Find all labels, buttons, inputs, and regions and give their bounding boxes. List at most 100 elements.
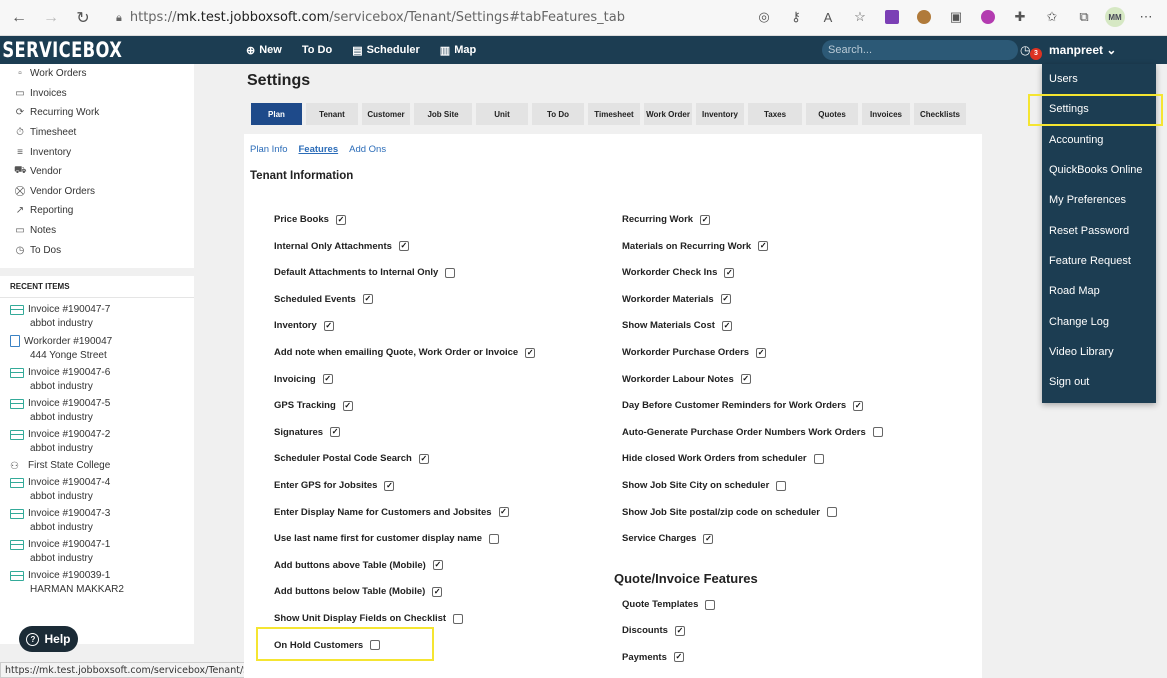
feature-checkbox[interactable]: ✓ [335, 214, 346, 225]
feature-checkbox[interactable] [776, 480, 787, 491]
tab-taxes[interactable]: Taxes [748, 103, 802, 125]
tab-job-site[interactable]: Job Site [414, 103, 472, 125]
extension-badge-icon[interactable] [977, 6, 999, 28]
extension-icon[interactable]: ▣ [945, 6, 967, 28]
tab-checklists[interactable]: Checklists [914, 103, 966, 125]
menu-item-users[interactable]: Users [1042, 64, 1156, 94]
servicebox-logo[interactable]: SERVICEBOX [0, 38, 179, 62]
feature-checkbox[interactable] [813, 453, 824, 464]
feature-checkbox[interactable]: ✓ [418, 453, 429, 464]
recent-item[interactable]: Invoice #190047-2 abbot industry [0, 429, 194, 454]
sidebar-item-notes[interactable]: ▭ Notes [0, 221, 194, 241]
feature-checkbox[interactable]: ✓ [720, 294, 731, 305]
feature-checkbox[interactable] [489, 533, 500, 544]
tab-customer[interactable]: Customer [362, 103, 410, 125]
favorites-icon[interactable]: ✩ [1041, 6, 1063, 28]
menu-item-sign-out[interactable]: Sign out [1042, 367, 1156, 397]
feature-checkbox[interactable]: ✓ [432, 586, 443, 597]
feature-checkbox[interactable]: ✓ [322, 374, 333, 385]
extensions-puzzle-icon[interactable]: ✚ [1009, 6, 1031, 28]
more-icon[interactable]: ⋯ [1135, 6, 1157, 28]
search-input[interactable]: Search... [822, 40, 1018, 60]
collections-icon[interactable]: ⧉ [1073, 6, 1095, 28]
tab-timesheet[interactable]: Timesheet [588, 103, 640, 125]
sidebar-item-vendor[interactable]: ⛟ Vendor [0, 162, 194, 182]
tab-tenant[interactable]: Tenant [306, 103, 358, 125]
feature-checkbox[interactable] [705, 599, 716, 610]
profile-avatar[interactable]: MM [1105, 7, 1125, 27]
tab-plan[interactable]: Plan [251, 103, 302, 125]
feature-checkbox[interactable]: ✓ [674, 625, 685, 636]
feature-checkbox[interactable]: ✓ [398, 241, 409, 252]
subnav-add-ons[interactable]: Add Ons [349, 144, 386, 155]
feature-checkbox[interactable]: ✓ [700, 214, 711, 225]
recent-item[interactable]: Invoice #190047-3 abbot industry [0, 508, 194, 533]
menu-item-change-log[interactable]: Change Log [1042, 306, 1156, 336]
menu-item-road-map[interactable]: Road Map [1042, 276, 1156, 306]
sidebar-item-inventory[interactable]: ≡ Inventory [0, 142, 194, 162]
feature-checkbox[interactable]: ✓ [756, 347, 767, 358]
menu-item-feature-request[interactable]: Feature Request [1042, 246, 1156, 276]
feature-checkbox[interactable]: ✓ [724, 267, 735, 278]
user-menu[interactable]: manpreet ⌄ [1049, 43, 1116, 57]
tab-inventory[interactable]: Inventory [696, 103, 744, 125]
sidebar-item-work-orders[interactable]: ▫ Work Orders [0, 64, 194, 84]
recent-item[interactable]: Invoice #190047-5 abbot industry [0, 398, 194, 423]
nav-map[interactable]: ▥ Map [440, 44, 476, 57]
extension-cookie-icon[interactable] [913, 6, 935, 28]
menu-item-video-library[interactable]: Video Library [1042, 337, 1156, 367]
sidebar-item-timesheet[interactable]: ⏱ Timesheet [0, 123, 194, 143]
feature-checkbox[interactable]: ✓ [432, 560, 443, 571]
menu-item-quickbooks-online[interactable]: QuickBooks Online [1042, 155, 1156, 185]
menu-item-my-preferences[interactable]: My Preferences [1042, 185, 1156, 215]
feature-checkbox[interactable]: ✓ [498, 507, 509, 518]
feature-checkbox[interactable]: ✓ [362, 294, 373, 305]
tab-invoices[interactable]: Invoices [862, 103, 910, 125]
feature-checkbox[interactable]: ✓ [323, 320, 334, 331]
feature-checkbox[interactable] [453, 613, 464, 624]
recent-item[interactable]: Invoice #190047-1 abbot industry [0, 539, 194, 564]
sidebar-item-recurring-work[interactable]: ⟳ Recurring Work [0, 103, 194, 123]
tab-unit[interactable]: Unit [476, 103, 528, 125]
address-bar[interactable]: 🔒︎ https://mk.test.jobboxsoft.com/servic… [116, 5, 716, 31]
recent-item[interactable]: Workorder #190047 444 Yonge Street [0, 335, 194, 361]
menu-item-accounting[interactable]: Accounting [1042, 125, 1156, 155]
feature-checkbox[interactable] [872, 427, 883, 438]
back-icon[interactable]: ← [6, 5, 32, 31]
subnav-plan-info[interactable]: Plan Info [250, 144, 288, 155]
read-aloud-icon[interactable]: A [817, 6, 839, 28]
feature-checkbox[interactable]: ✓ [703, 533, 714, 544]
recent-item[interactable]: Invoice #190047-6 abbot industry [0, 367, 194, 392]
reload-icon[interactable]: ↻ [70, 5, 96, 31]
tab-to-do[interactable]: To Do [532, 103, 584, 125]
feature-checkbox[interactable]: ✓ [721, 320, 732, 331]
nav-scheduler[interactable]: ▤ Scheduler [352, 44, 420, 57]
feature-checkbox[interactable] [445, 267, 456, 278]
recent-item[interactable]: Invoice #190047-7 abbot industry [0, 304, 194, 329]
recent-item[interactable]: Invoice #190047-4 abbot industry [0, 477, 194, 502]
feature-checkbox[interactable] [826, 507, 837, 518]
feature-checkbox[interactable]: ✓ [758, 241, 769, 252]
help-button[interactable]: ? Help [19, 626, 78, 652]
forward-icon[interactable]: → [38, 5, 64, 31]
location-icon[interactable]: ◎ [753, 6, 775, 28]
feature-checkbox[interactable]: ✓ [525, 347, 536, 358]
nav-todo[interactable]: To Do [302, 44, 332, 57]
feature-checkbox[interactable]: ✓ [342, 400, 353, 411]
sidebar-item-to-dos[interactable]: ◷ To Dos [0, 240, 194, 260]
feature-checkbox[interactable]: ✓ [740, 374, 751, 385]
favorite-add-icon[interactable]: ☆ [849, 6, 871, 28]
tab-quotes[interactable]: Quotes [806, 103, 858, 125]
notification-badge[interactable]: 3 [1030, 48, 1042, 60]
feature-checkbox[interactable]: ✓ [853, 400, 864, 411]
menu-item-reset-password[interactable]: Reset Password [1042, 215, 1156, 245]
clock-icon[interactable]: ◷ [1020, 43, 1030, 57]
feature-checkbox[interactable]: ✓ [673, 652, 684, 663]
sidebar-item-reporting[interactable]: ↗ Reporting [0, 201, 194, 221]
recent-item[interactable]: ⚇ First State College [0, 460, 194, 472]
feature-checkbox[interactable]: ✓ [384, 480, 395, 491]
subnav-features[interactable]: Features [299, 144, 339, 155]
sidebar-item-vendor-orders[interactable]: ⛒ Vendor Orders [0, 182, 194, 202]
nav-new[interactable]: ⊕ New [246, 44, 282, 57]
feature-checkbox[interactable]: ✓ [330, 427, 341, 438]
